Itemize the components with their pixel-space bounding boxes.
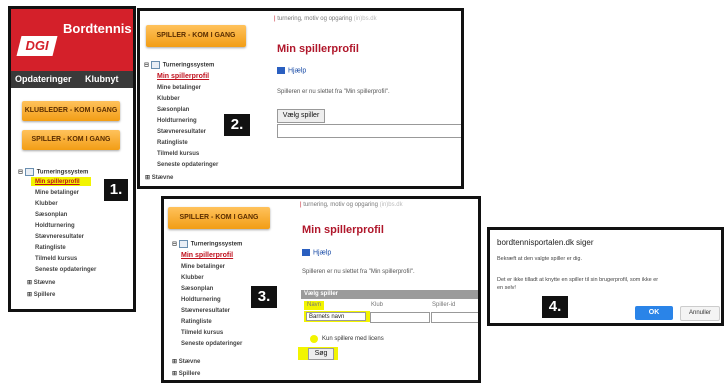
folder-icon [24,168,34,176]
step-badge-1: 1. [104,179,128,201]
menu-item-staevneresultater[interactable]: Stævneresultater [35,234,84,240]
menu-item-spillere[interactable]: ⊞ Spillere [172,371,200,377]
help-link[interactable]: Hjælp [277,67,306,74]
dialog-line-3: en selv! [497,285,516,291]
menu-item-seneste-opdateringer[interactable]: Seneste opdateringer [181,341,242,347]
dialog-title: bordtennisportalen.dk siger [497,238,594,247]
menu-item-mine-betalinger[interactable]: Mine betalinger [157,85,201,91]
menu-item-saesonplan[interactable]: Sæsonplan [157,107,189,113]
checkbox-highlight [310,335,318,343]
breadcrumb: | turnering, motiv og opgaring (in)bs.dk [300,202,403,208]
menu-item-spillere[interactable]: ⊞ Spillere [27,292,55,298]
vaelg-spiller-button[interactable]: Vælg spiller [277,109,325,123]
menu-item-seneste-opdateringer[interactable]: Seneste opdateringer [35,267,96,273]
collapse-icon[interactable]: ⊟ [18,170,25,176]
status-message: Spilleren er nu slettet fra "Min spiller… [302,269,415,275]
dgi-logo[interactable]: DGI [16,36,58,56]
ok-button[interactable]: OK [635,306,673,320]
breadcrumb: | turnering, motiv og opgaring (in)bs.dk [274,16,377,22]
klubleder-kom-i-gang-button[interactable]: KLUBLEDER - KOM I GANG [22,101,120,121]
menu-item-staevneresultater[interactable]: Stævneresultater [157,129,206,135]
menu-turneringssystem[interactable]: ⊟ Turneringssystem [172,240,242,248]
cancel-button[interactable]: Annuller [680,306,720,321]
menu-turneringssystem[interactable]: ⊟ Turneringssystem [18,168,88,176]
menu-item-tilmeld-kursus[interactable]: Tilmeld kursus [35,256,77,262]
help-link[interactable]: Hjælp [302,249,331,256]
spiller-id-input[interactable] [431,312,478,323]
navn-input[interactable]: Barnets navn [306,312,366,321]
column-navn: Navn [307,302,322,308]
menu-item-klubber[interactable]: Klubber [35,201,58,207]
nav-opdateringer[interactable]: Opdateringer [15,74,72,84]
spiller-kom-i-gang-button[interactable]: SPILLER - KOM I GANG [168,207,270,229]
column-klub: Klub [371,302,384,308]
status-message: Spilleren er nu slettet fra "Min spiller… [277,89,390,95]
menu-item-staevneresultater[interactable]: Stævneresultater [181,308,230,314]
panel-1: DGI Bordtennis Opdateringer Klubnyt KLUB… [8,6,136,312]
step-badge-4: 4. [542,296,568,318]
menu-item-staevne[interactable]: ⊞ Stævne [172,359,200,365]
column-spiller-id: Spiller-id [432,302,456,308]
page-title: Min spillerprofil [302,224,384,236]
panel-4-confirm-dialog: bordtennisportalen.dk siger Bekræft at d… [487,227,724,326]
step-badge-3: 3. [251,286,277,308]
licens-checkbox-label[interactable]: Kun spillere med licens [322,336,384,342]
help-icon [302,249,310,256]
dialog-line-1: Bekræft at den valgte spiller er dig. [497,256,582,262]
menu-item-staevne[interactable]: ⊞ Stævne [145,175,173,181]
vaelg-spiller-header: Vælg spiller [301,290,478,299]
folder-icon [150,61,160,69]
menu-item-min-spillerprofil[interactable]: Min spillerprofil [181,252,233,259]
menu-item-holdturnering[interactable]: Holdturnering [35,223,75,229]
menu-item-mine-betalinger[interactable]: Mine betalinger [35,190,79,196]
menu-item-min-spillerprofil[interactable]: Min spillerprofil [157,73,209,80]
folder-icon [178,240,188,248]
page-title: Min spillerprofil [277,43,359,55]
menu-item-tilmeld-kursus[interactable]: Tilmeld kursus [157,151,199,157]
klub-input[interactable] [370,312,430,323]
menu-item-holdturnering[interactable]: Holdturnering [157,118,197,124]
menu-item-ratingliste[interactable]: Ratingliste [35,245,66,251]
menu-item-mine-betalinger[interactable]: Mine betalinger [181,264,225,270]
menu-item-ratingliste[interactable]: Ratingliste [181,319,212,325]
panel-3: SPILLER - KOM I GANG | turnering, motiv … [161,196,481,383]
collapse-icon[interactable]: ⊟ [172,242,179,248]
menu-turneringssystem[interactable]: ⊟ Turneringssystem [144,61,214,69]
menu-item-saesonplan[interactable]: Sæsonplan [181,286,213,292]
step-badge-2: 2. [224,114,250,136]
help-icon [277,67,285,74]
top-nav: Opdateringer Klubnyt [11,71,133,88]
spiller-kom-i-gang-button[interactable]: SPILLER - KOM I GANG [146,25,246,47]
menu-item-saesonplan[interactable]: Sæsonplan [35,212,67,218]
soeg-button[interactable]: Søg [308,348,334,360]
brand-title: Bordtennis [63,21,132,36]
menu-item-klubber[interactable]: Klubber [157,96,180,102]
menu-item-holdturnering[interactable]: Holdturnering [181,297,221,303]
nav-klubnyt[interactable]: Klubnyt [85,74,119,84]
spiller-kom-i-gang-button[interactable]: SPILLER - KOM I GANG [22,130,120,150]
menu-item-ratingliste[interactable]: Ratingliste [157,140,188,146]
site-header: DGI Bordtennis [11,9,133,71]
menu-item-staevne[interactable]: ⊞ Stævne [27,280,55,286]
menu-item-seneste-opdateringer[interactable]: Seneste opdateringer [157,162,218,168]
collapse-icon[interactable]: ⊟ [144,63,151,69]
panel-2: SPILLER - KOM I GANG | turnering, motiv … [137,8,464,189]
dialog-line-2: Det er ikke tilladt at knytte en spiller… [497,277,659,283]
menu-item-min-spillerprofil[interactable]: Min spillerprofil [35,179,80,185]
menu-item-klubber[interactable]: Klubber [181,275,204,281]
menu-item-tilmeld-kursus[interactable]: Tilmeld kursus [181,330,223,336]
player-search-field[interactable] [277,124,461,138]
